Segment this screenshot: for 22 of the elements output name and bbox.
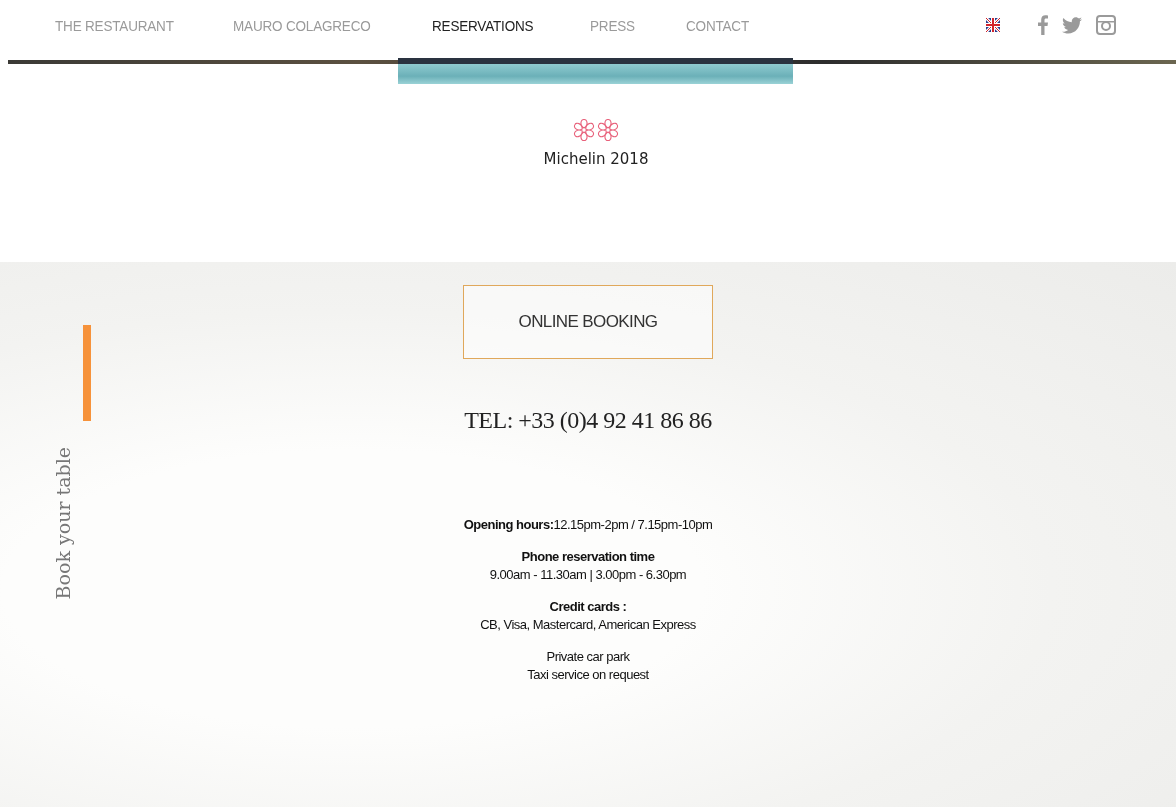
instagram-icon[interactable] [1096,15,1116,35]
info-text: 9.00am - 11.30am | 3.00pm - 6.30pm [489,566,687,584]
twitter-icon[interactable] [1062,16,1082,34]
info-text: Opening hours:12.15pm-2pm / 7.15pm-10pm [463,516,713,534]
info-heading: Credit cards : [549,598,627,616]
michelin-star-icon [573,118,595,142]
phone-number: TEL: +33 (0)4 92 41 86 86 [464,407,712,434]
nav-link[interactable]: RESERVATIONS [431,16,534,34]
info-heading: Phone reservation time [521,548,655,566]
award-caption: Michelin 2018 [543,150,649,168]
nav-link[interactable]: CONTACT [686,16,750,34]
facebook-icon[interactable] [1038,15,1048,35]
section-title: Book your table [52,447,74,600]
online-booking-button[interactable]: ONLINE BOOKING [463,285,713,359]
uk-flag-icon[interactable] [986,18,1000,32]
nav-link[interactable]: MAURO COLAGRECO [232,16,371,34]
info-text: Private car park [546,648,630,666]
michelin-star-icon [597,118,619,142]
nav-link[interactable]: PRESS [590,16,636,34]
info-text: CB, Visa, Mastercard, American Express [480,616,696,634]
info-text: Taxi service on request [527,666,649,684]
nav-link[interactable]: THE RESTAURANT [55,16,174,34]
